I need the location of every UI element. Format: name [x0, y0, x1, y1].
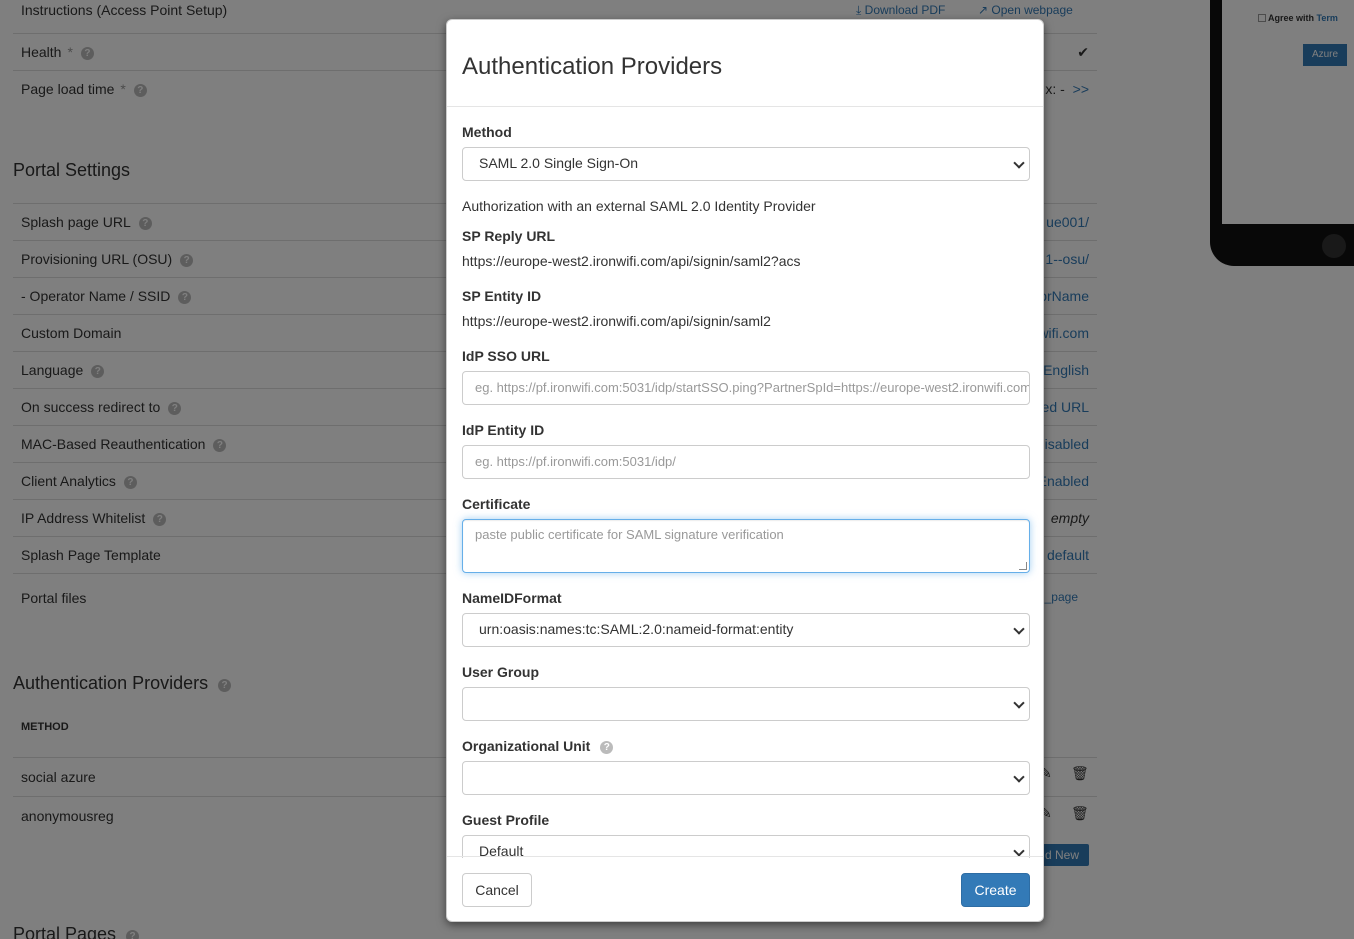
user-group-label: User Group: [462, 664, 540, 680]
certificate-textarea[interactable]: paste public certificate for SAML signat…: [462, 519, 1030, 573]
method-label: Method: [462, 124, 512, 140]
idp-sso-url-label: IdP SSO URL: [462, 348, 550, 364]
nameid-format-select[interactable]: urn:oasis:names:tc:SAML:2.0:nameid-forma…: [462, 613, 1030, 647]
idp-sso-url-input[interactable]: eg. https://pf.ironwifi.com:5031/idp/sta…: [462, 371, 1030, 405]
help-icon[interactable]: ?: [600, 741, 614, 754]
organizational-unit-label: Organizational Unit?: [462, 738, 614, 754]
method-description: Authorization with an external SAML 2.0 …: [462, 198, 816, 214]
modal-footer: Cancel Create: [447, 856, 1043, 921]
idp-entity-id-input[interactable]: eg. https://pf.ironwifi.com:5031/idp/: [462, 445, 1030, 479]
guest-profile-label: Guest Profile: [462, 812, 550, 828]
chevron-down-icon: [1013, 697, 1025, 709]
idp-entity-id-label: IdP Entity ID: [462, 422, 545, 438]
create-button[interactable]: Create: [961, 873, 1030, 907]
organizational-unit-select[interactable]: [462, 761, 1030, 795]
method-select[interactable]: SAML 2.0 Single Sign-On: [462, 147, 1030, 181]
nameid-format-label: NameIDFormat: [462, 590, 562, 606]
chevron-down-icon: [1013, 157, 1025, 169]
sp-reply-url-label: SP Reply URL: [462, 228, 556, 244]
chevron-down-icon: [1013, 623, 1025, 635]
sp-entity-id-label: SP Entity ID: [462, 288, 542, 304]
modal-title: Authentication Providers: [462, 53, 723, 80]
resize-handle-icon[interactable]: [1019, 562, 1027, 570]
chevron-down-icon: [1013, 845, 1025, 857]
certificate-label: Certificate: [462, 496, 531, 512]
user-group-select[interactable]: [462, 687, 1030, 721]
cancel-button[interactable]: Cancel: [462, 873, 532, 907]
modal-body[interactable]: Method SAML 2.0 Single Sign-On Authoriza…: [447, 107, 1043, 858]
auth-provider-modal: Authentication Providers Method SAML 2.0…: [446, 19, 1044, 922]
modal-header: Authentication Providers: [447, 20, 1043, 107]
sp-entity-id-value: https://europe-west2.ironwifi.com/api/si…: [462, 313, 771, 329]
sp-reply-url-value: https://europe-west2.ironwifi.com/api/si…: [462, 253, 801, 269]
chevron-down-icon: [1013, 771, 1025, 783]
guest-profile-select[interactable]: Default: [462, 835, 1030, 858]
